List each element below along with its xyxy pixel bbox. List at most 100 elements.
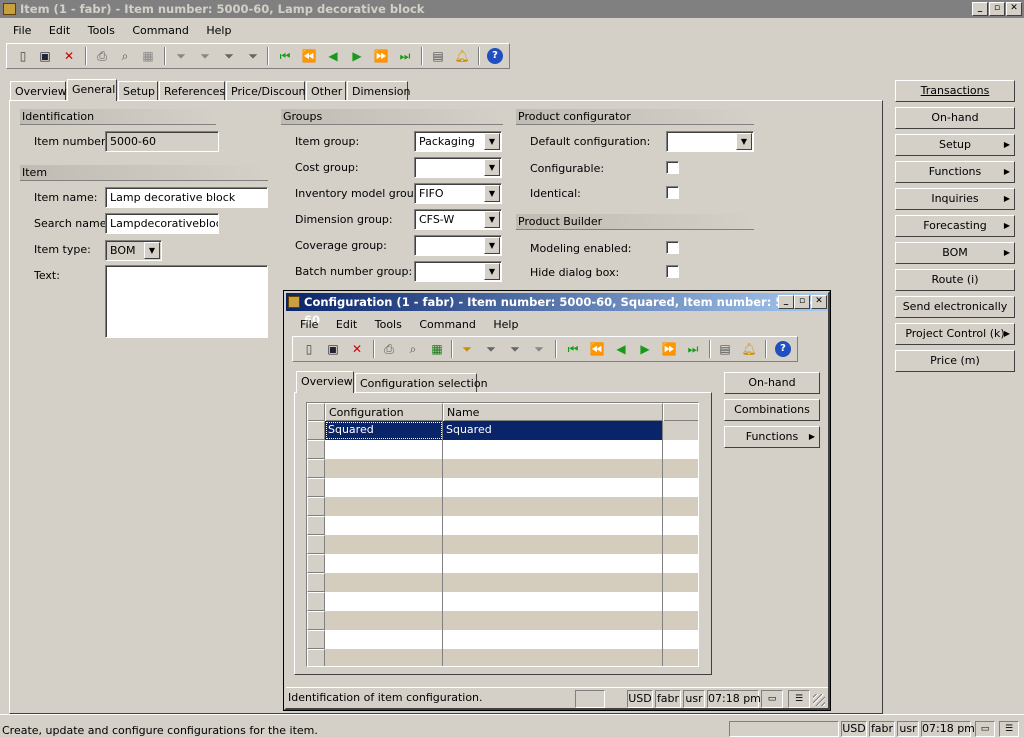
row-selector[interactable] xyxy=(307,573,325,592)
print-settings-icon[interactable]: ▭ xyxy=(975,721,995,737)
next-record-icon[interactable]: ▶ xyxy=(349,48,365,64)
cell-configuration[interactable] xyxy=(325,478,443,497)
main-title-bar[interactable]: Item (1 - fabr) - Item number: 5000-60, … xyxy=(0,0,1024,18)
tab-general[interactable]: General xyxy=(67,79,117,101)
dialog-tab-configuration-selection[interactable]: Configuration selection xyxy=(355,373,488,393)
dialog-on-hand-button[interactable]: On-hand xyxy=(724,372,820,394)
dialog-tab-overview[interactable]: Overview xyxy=(296,371,354,393)
minimize-button[interactable]: _ xyxy=(972,2,988,16)
cell-configuration[interactable] xyxy=(325,611,443,630)
row-selector[interactable] xyxy=(307,611,325,630)
remove-filter-icon[interactable]: ⏷ xyxy=(245,48,261,64)
cost-group-select[interactable]: ▼ xyxy=(414,157,502,178)
cell-name[interactable] xyxy=(443,440,663,459)
dialog-title-bar[interactable]: Configuration (1 - fabr) - Item number: … xyxy=(286,293,828,327)
database-icon[interactable]: ☰ xyxy=(999,721,1019,737)
print-icon[interactable]: ⎙ xyxy=(94,48,110,64)
filter-by-form-icon[interactable]: ⏷ xyxy=(483,341,499,357)
route-button[interactable]: Route (i) xyxy=(895,269,1015,291)
setup-button[interactable]: Setup ▶ xyxy=(895,134,1015,156)
default-configuration-select[interactable]: ▼ xyxy=(666,131,754,152)
print-preview-icon[interactable]: ⌕ xyxy=(405,341,421,357)
empty-table-row[interactable] xyxy=(307,592,698,611)
row-selector[interactable] xyxy=(307,630,325,649)
item-type-select[interactable]: BOM ▼ xyxy=(105,240,162,261)
menu-tools[interactable]: Tools xyxy=(88,24,115,37)
item-group-select[interactable]: Packaging ▼ xyxy=(414,131,502,152)
dialog-menu-command[interactable]: Command xyxy=(419,318,476,331)
help-icon[interactable]: ? xyxy=(775,341,791,357)
alert-bell-icon[interactable]: 🔔︎ xyxy=(741,341,757,357)
empty-table-row[interactable] xyxy=(307,573,698,592)
row-selector[interactable] xyxy=(307,535,325,554)
row-selector[interactable] xyxy=(307,421,325,440)
functions-button[interactable]: Functions ▶ xyxy=(895,161,1015,183)
price-button[interactable]: Price (m) xyxy=(895,350,1015,372)
tab-dimension[interactable]: Dimension xyxy=(347,81,410,101)
cell-name[interactable] xyxy=(443,649,663,666)
inquiries-button[interactable]: Inquiries ▶ xyxy=(895,188,1015,210)
first-record-icon[interactable]: ⏮ xyxy=(565,341,581,357)
chevron-down-icon[interactable]: ▼ xyxy=(484,237,500,254)
menu-help[interactable]: Help xyxy=(206,24,231,37)
empty-table-row[interactable] xyxy=(307,516,698,535)
empty-table-row[interactable] xyxy=(307,478,698,497)
dialog-menu-file[interactable]: File xyxy=(300,318,318,331)
remove-filter-icon[interactable]: ⏷ xyxy=(531,341,547,357)
cell-name[interactable] xyxy=(443,630,663,649)
empty-table-row[interactable] xyxy=(307,459,698,478)
chevron-down-icon[interactable]: ▼ xyxy=(484,185,500,202)
on-hand-button[interactable]: On-hand xyxy=(895,107,1015,129)
empty-table-row[interactable] xyxy=(307,440,698,459)
restore-button[interactable]: ▫ xyxy=(989,2,1005,16)
search-name-field[interactable]: Lampdecorativeblock xyxy=(105,213,219,234)
chevron-down-icon[interactable]: ▼ xyxy=(484,211,500,228)
chevron-down-icon[interactable]: ▼ xyxy=(484,133,500,150)
dialog-close-button[interactable]: ✕ xyxy=(811,295,827,309)
dimension-group-select[interactable]: CFS-W ▼ xyxy=(414,209,502,230)
last-record-icon[interactable]: ⏭ xyxy=(685,341,701,357)
empty-table-row[interactable] xyxy=(307,649,698,666)
bom-button[interactable]: BOM ▶ xyxy=(895,242,1015,264)
close-button[interactable]: ✕ xyxy=(1006,2,1022,16)
menu-file[interactable]: File xyxy=(13,24,31,37)
save-icon[interactable]: ▣ xyxy=(37,48,53,64)
cell-configuration[interactable] xyxy=(325,649,443,666)
row-selector[interactable] xyxy=(307,554,325,573)
filter-by-selection-icon[interactable]: ⏷ xyxy=(459,341,475,357)
identical-checkbox[interactable] xyxy=(666,186,679,199)
previous-page-icon[interactable]: ⏪ xyxy=(589,341,605,357)
cell-configuration[interactable] xyxy=(325,573,443,592)
table-row[interactable]: Squared Squared xyxy=(307,421,698,440)
column-header-configuration[interactable]: Configuration xyxy=(325,403,443,422)
empty-table-row[interactable] xyxy=(307,630,698,649)
row-selector[interactable] xyxy=(307,516,325,535)
new-icon[interactable]: ▯ xyxy=(15,48,31,64)
project-control-button[interactable]: Project Control (k) ▶ xyxy=(895,323,1015,345)
cell-name[interactable] xyxy=(443,516,663,535)
previous-page-icon[interactable]: ⏪ xyxy=(301,48,317,64)
previous-record-icon[interactable]: ◀ xyxy=(325,48,341,64)
advanced-filter-icon[interactable]: ⏷ xyxy=(507,341,523,357)
cell-name[interactable] xyxy=(443,611,663,630)
cell-configuration[interactable] xyxy=(325,516,443,535)
document-handling-icon[interactable]: ▤ xyxy=(430,48,446,64)
tab-other[interactable]: Other xyxy=(306,81,346,101)
coverage-group-select[interactable]: ▼ xyxy=(414,235,502,256)
cell-name[interactable] xyxy=(443,478,663,497)
row-selector[interactable] xyxy=(307,440,325,459)
cell-name[interactable] xyxy=(443,573,663,592)
row-selector[interactable] xyxy=(307,478,325,497)
chevron-down-icon[interactable]: ▼ xyxy=(736,133,752,150)
configuration-grid[interactable]: Configuration Name Squared Squared xyxy=(306,402,699,667)
next-record-icon[interactable]: ▶ xyxy=(637,341,653,357)
dialog-minimize-button[interactable]: _ xyxy=(778,295,794,309)
dialog-menu-tools[interactable]: Tools xyxy=(375,318,402,331)
save-icon[interactable]: ▣ xyxy=(325,341,341,357)
configurable-checkbox[interactable] xyxy=(666,161,679,174)
menu-command[interactable]: Command xyxy=(132,24,189,37)
database-icon[interactable]: ☰ xyxy=(788,690,810,708)
chevron-down-icon[interactable]: ▼ xyxy=(484,263,500,280)
menu-edit[interactable]: Edit xyxy=(49,24,70,37)
row-selector[interactable] xyxy=(307,649,325,666)
